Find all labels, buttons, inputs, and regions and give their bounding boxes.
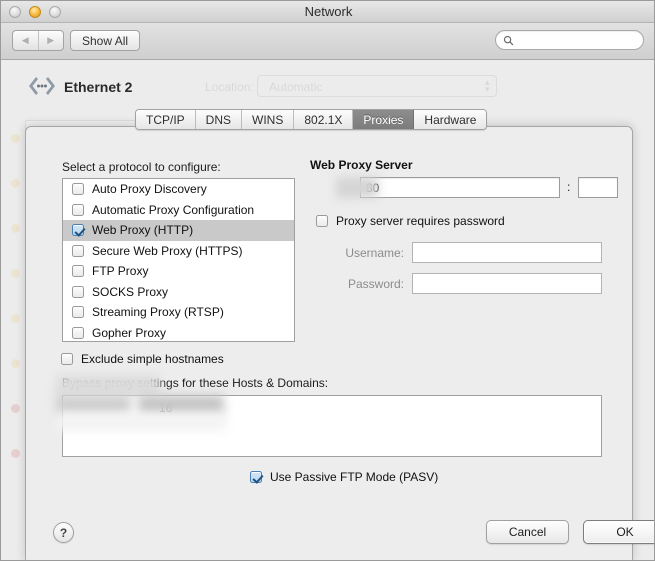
checkbox-socks-proxy[interactable] — [72, 285, 84, 298]
protocol-row-ftp-proxy[interactable]: FTP Proxy — [63, 261, 294, 282]
password-label: Password: — [347, 277, 404, 291]
protocol-list-label: Select a protocol to configure: — [62, 160, 221, 174]
title-bar: Network — [1, 1, 654, 23]
ok-button[interactable]: OK — [583, 520, 654, 544]
use-passive-ftp-label: Use Passive FTP Mode (PASV) — [270, 470, 439, 484]
exclude-simple-hostnames-label: Exclude simple hostnames — [81, 352, 224, 366]
tab-proxies[interactable]: Proxies — [353, 110, 415, 129]
protocol-label: Web Proxy (HTTP) — [92, 223, 194, 238]
checkbox-proxy-requires-password[interactable] — [316, 215, 328, 227]
tab-hardware[interactable]: Hardware — [414, 110, 487, 129]
protocol-row-socks-proxy[interactable]: SOCKS Proxy — [63, 282, 294, 303]
status-dot — [11, 134, 20, 143]
protocol-label: Auto Proxy Discovery — [92, 182, 207, 197]
protocol-label: Streaming Proxy (RTSP) — [92, 305, 224, 320]
proxy-requires-password-row[interactable]: Proxy server requires password — [316, 214, 505, 228]
use-passive-ftp-row[interactable]: Use Passive FTP Mode (PASV) — [250, 470, 438, 484]
search-icon — [503, 35, 514, 45]
toolbar: ◀ ▶ Show All — [1, 23, 654, 60]
forward-button[interactable]: ▶ — [39, 31, 64, 50]
protocol-label: Gopher Proxy — [92, 325, 167, 340]
tab-tcpip[interactable]: TCP/IP — [136, 110, 196, 129]
checkbox-web-proxy-http[interactable] — [72, 224, 84, 237]
show-all-button[interactable]: Show All — [70, 30, 141, 51]
username-input[interactable] — [412, 242, 602, 263]
protocol-row-automatic-proxy-configuration[interactable]: Automatic Proxy Configuration — [63, 200, 294, 221]
port-separator: : — [567, 180, 571, 194]
help-button[interactable]: ? — [53, 522, 74, 543]
password-input[interactable] — [412, 273, 602, 294]
protocol-label: FTP Proxy — [92, 264, 149, 279]
tab-wins[interactable]: WINS — [242, 110, 295, 129]
protocol-row-web-proxy-http[interactable]: Web Proxy (HTTP) — [63, 220, 294, 241]
redaction-overlay — [56, 375, 160, 395]
protocol-label: Secure Web Proxy (HTTPS) — [92, 243, 243, 258]
window-title: Network — [304, 4, 353, 19]
checkbox-gopher-proxy[interactable] — [72, 326, 84, 339]
tab-8021x[interactable]: 802.1X — [294, 110, 354, 129]
protocol-label: Automatic Proxy Configuration — [92, 202, 255, 217]
checkbox-ftp-proxy[interactable] — [72, 265, 84, 278]
web-proxy-port-input[interactable] — [578, 177, 618, 198]
checkbox-secure-web-proxy-https[interactable] — [72, 244, 84, 257]
protocol-row-auto-proxy-discovery[interactable]: Auto Proxy Discovery — [63, 179, 294, 200]
tab-dns[interactable]: DNS — [195, 110, 243, 129]
status-dot — [11, 224, 20, 233]
status-dot — [11, 179, 20, 188]
redaction-overlay — [138, 395, 224, 415]
navigation-segmented-control[interactable]: ◀ ▶ — [12, 30, 64, 51]
cancel-button[interactable]: Cancel — [486, 520, 569, 544]
status-dot — [11, 314, 20, 323]
ethernet-icon — [29, 77, 55, 95]
proxy-requires-password-label: Proxy server requires password — [336, 214, 505, 228]
protocol-list[interactable]: Auto Proxy Discovery Automatic Proxy Con… — [62, 178, 295, 342]
web-proxy-server-input[interactable]: 80 — [360, 177, 560, 198]
checkbox-use-passive-ftp[interactable] — [250, 471, 262, 483]
protocol-row-streaming-proxy-rtsp[interactable]: Streaming Proxy (RTSP) — [63, 302, 294, 323]
exclude-simple-hostnames-row[interactable]: Exclude simple hostnames — [61, 352, 224, 366]
protocol-row-gopher-proxy[interactable]: Gopher Proxy — [63, 323, 294, 342]
network-preferences-window: Network ◀ ▶ Show All Ethernet 2 Location… — [0, 0, 655, 561]
redaction-overlay — [56, 413, 226, 431]
search-input[interactable] — [517, 33, 635, 47]
chevron-updown-icon: ▴ ▾ — [485, 77, 490, 94]
protocol-label: SOCKS Proxy — [92, 284, 169, 299]
redaction-overlay — [336, 177, 378, 198]
status-dot — [11, 269, 20, 278]
username-label: Username: — [345, 246, 404, 260]
status-dot — [11, 449, 20, 458]
status-dot — [11, 404, 20, 413]
redaction-overlay — [56, 395, 131, 415]
protocol-row-secure-web-proxy-https[interactable]: Secure Web Proxy (HTTPS) — [63, 241, 294, 262]
status-dot — [11, 359, 20, 368]
search-box[interactable] — [495, 30, 644, 50]
proxies-tab-bar[interactable]: TCP/IP DNS WINS 802.1X Proxies Hardware — [135, 109, 488, 130]
checkbox-auto-proxy-discovery[interactable] — [72, 183, 84, 196]
service-name-heading: Ethernet 2 — [64, 79, 133, 95]
location-value: Automatic — [269, 80, 323, 94]
web-proxy-server-heading: Web Proxy Server — [310, 158, 413, 172]
checkbox-automatic-proxy-configuration[interactable] — [72, 203, 84, 216]
location-label: Location: — [205, 80, 254, 94]
proxies-settings-sheet: Select a protocol to configure: Auto Pro… — [25, 126, 654, 560]
back-button[interactable]: ◀ — [13, 31, 39, 50]
checkbox-exclude-simple-hostnames[interactable] — [61, 353, 73, 365]
checkbox-streaming-proxy-rtsp[interactable] — [72, 306, 84, 319]
